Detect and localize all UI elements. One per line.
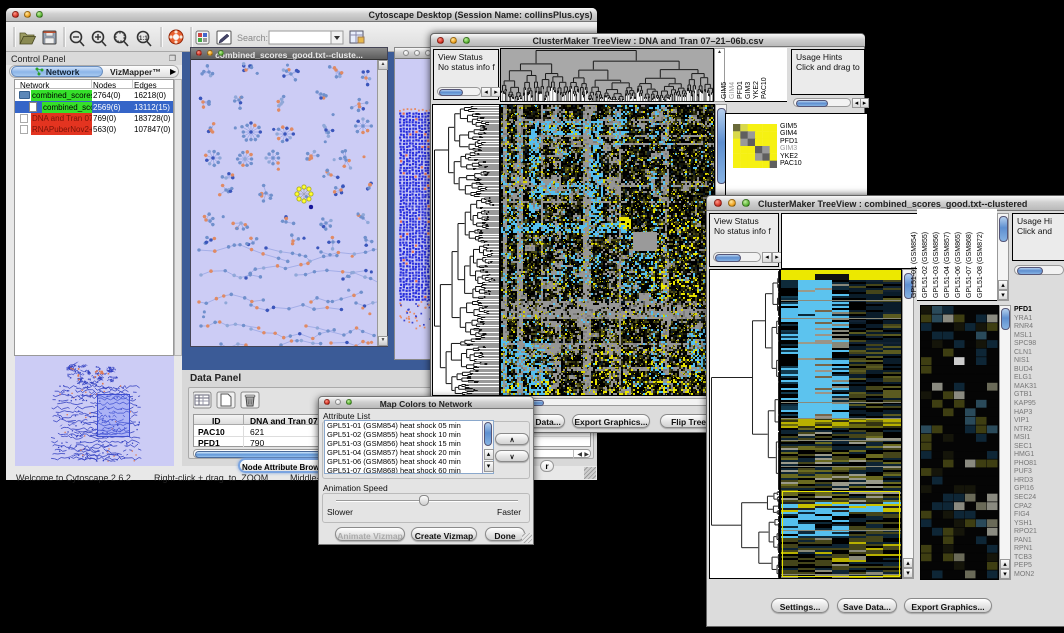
svg-text:Search:: Search: (237, 33, 268, 43)
svg-text:1:1: 1:1 (139, 36, 148, 42)
